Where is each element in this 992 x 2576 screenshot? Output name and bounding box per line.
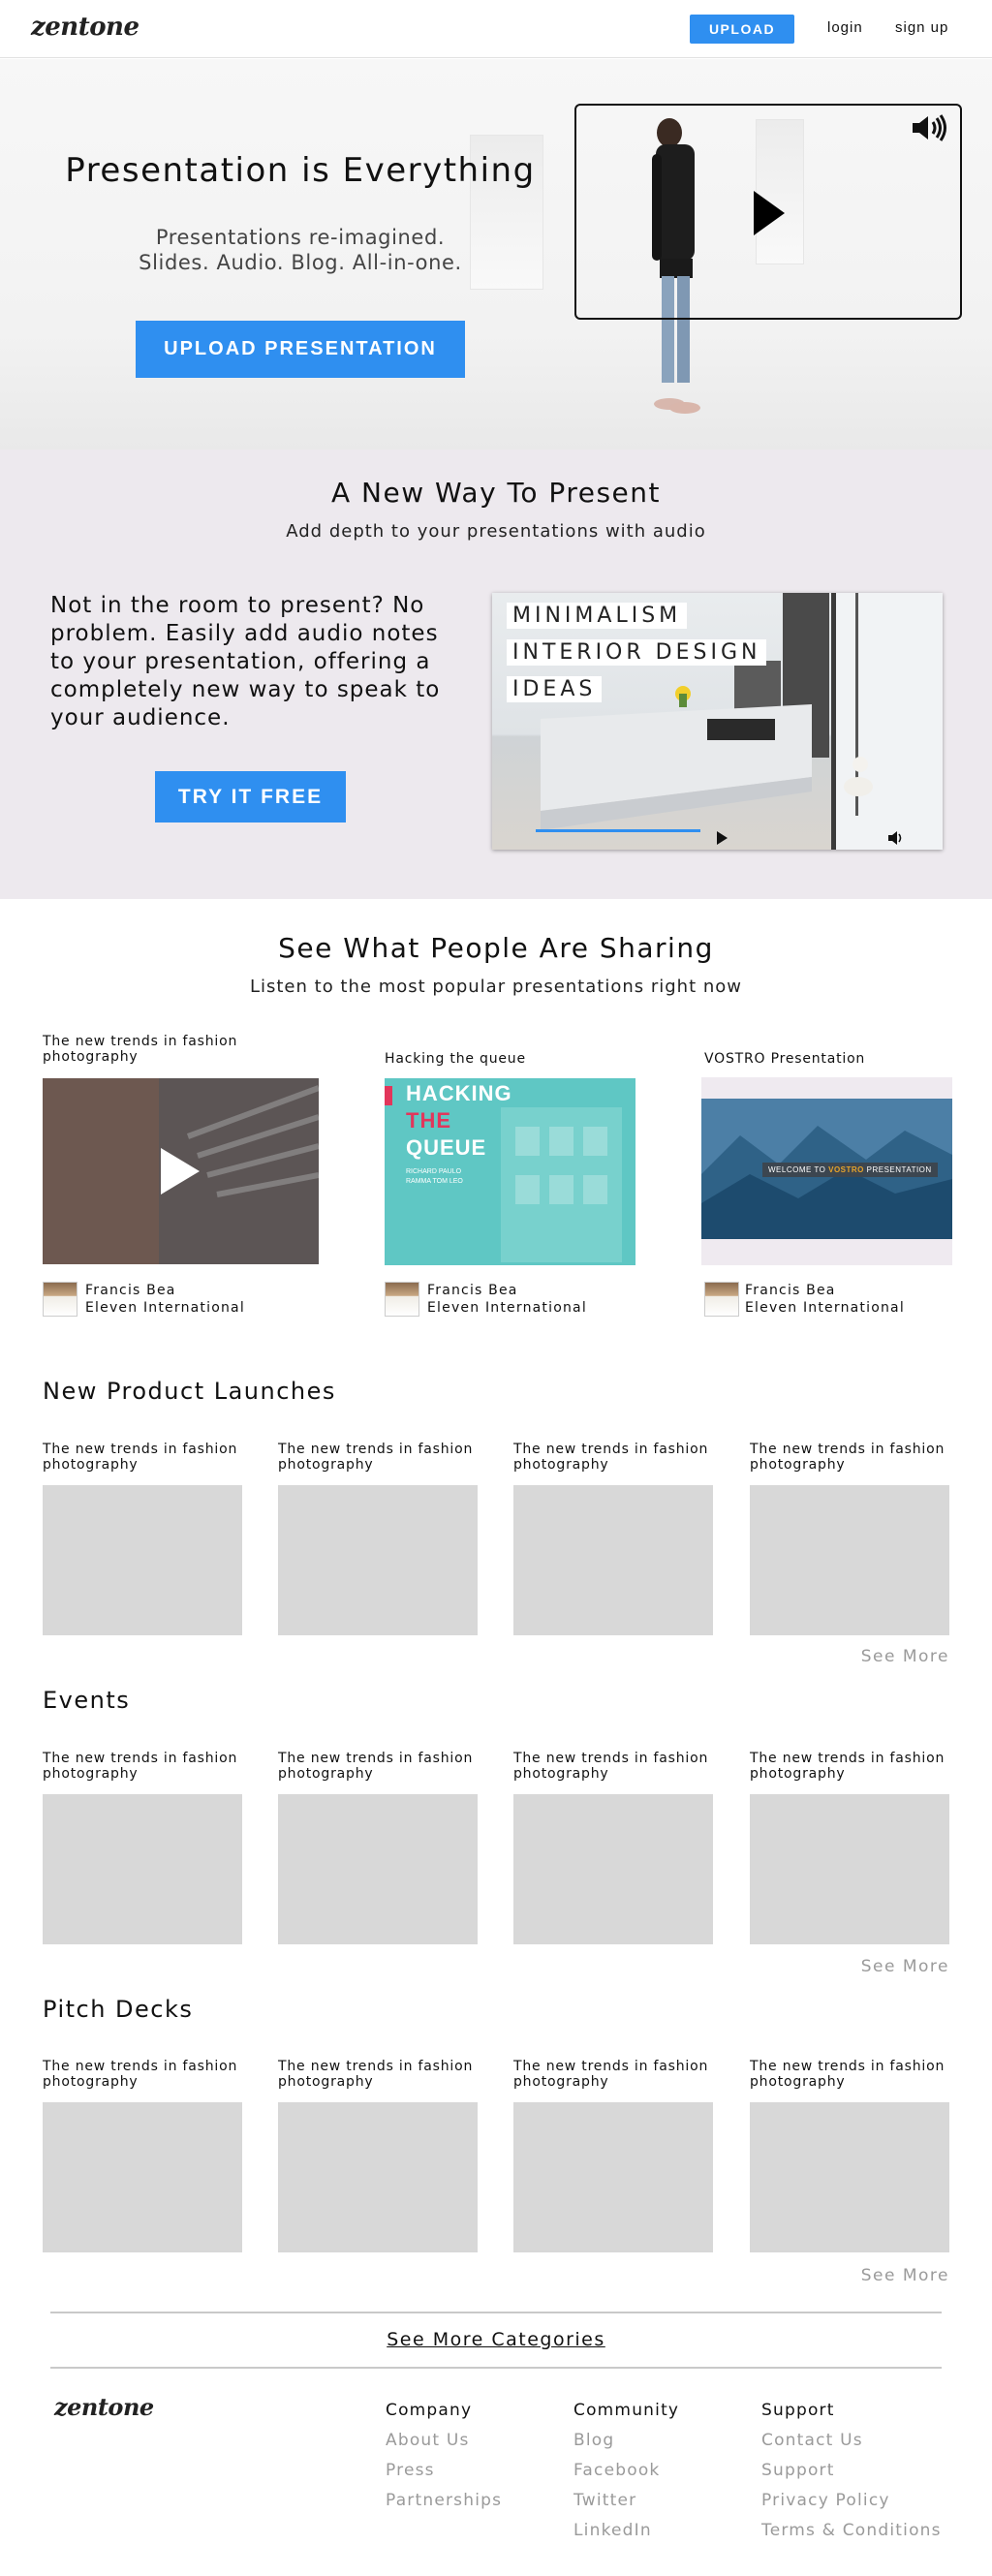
footer-link[interactable]: Blog [574,2431,614,2450]
see-more-link[interactable]: See More [833,1647,949,1666]
sharing-subtitle: Listen to the most popular presentations… [249,977,743,997]
footer-link[interactable]: Contact Us [761,2431,863,2450]
presentation-thumbnail[interactable] [750,1794,949,1944]
presentation-thumbnail[interactable] [43,2102,242,2252]
footer-link[interactable]: Partnerships [386,2491,502,2510]
card-title[interactable]: The new trends in fashion photography [278,1751,473,1782]
presentation-thumbnail[interactable]: HACKING THE QUEUE RICHARD PAULO RAMMA TO… [385,1078,636,1265]
card-title[interactable]: The new trends in fashion photography [513,2059,708,2090]
divider [50,2367,942,2369]
upload-presentation-button[interactable]: UPLOAD PRESENTATION [136,321,465,378]
author-info[interactable]: Francis Bea Eleven International [745,1282,905,1317]
see-more-link[interactable]: See More [833,2266,949,2285]
avatar[interactable] [43,1282,78,1317]
hero-subtitle-line2: Slides. Audio. Blog. All-in-one. [139,251,462,274]
login-link[interactable]: login [827,19,863,36]
video-label-2: INTERIOR DESIGN [507,639,767,666]
hero-section: Presentation is Everything Presentations… [0,59,992,450]
card-title[interactable]: The new trends in fashion photography [43,1751,237,1782]
category-title: New Product Launches [43,1378,336,1405]
card-title[interactable]: The new trends in fashion photography [278,1442,473,1473]
thumbnail-names: RICHARD PAULO RAMMA TOM LEO [406,1168,463,1185]
card-title[interactable]: The new trends in fashion photography [750,1442,945,1473]
footer-heading-company: Company [386,2401,473,2420]
thumbnail-text: WELCOME TO VOSTRO PRESENTATION [762,1163,938,1177]
kitchen-image [541,593,943,850]
divider [50,2312,942,2313]
card-title[interactable]: VOSTRO Presentation [704,1051,865,1067]
thumbnail-text: HACKING THE QUEUE [406,1081,512,1160]
presentation-thumbnail[interactable] [278,1794,478,1944]
card-title[interactable]: The new trends in fashion photography [750,2059,945,2090]
new-way-body: Not in the room to present? No problem. … [50,593,441,730]
author-info[interactable]: Francis Bea Eleven International [427,1282,587,1317]
try-it-free-button[interactable]: TRY IT FREE [155,771,346,822]
category-title: Pitch Decks [43,1996,194,2023]
footer-link[interactable]: Twitter [574,2491,636,2510]
volume-icon[interactable] [887,830,905,846]
presentation-thumbnail[interactable] [278,1485,478,1635]
video-label-1: MINIMALISM [507,603,688,629]
presentation-thumbnail[interactable] [43,1485,242,1635]
upload-button[interactable]: UPLOAD [690,15,794,44]
see-more-link[interactable]: See More [833,1957,949,1976]
volume-icon[interactable] [911,113,947,142]
progress-bar[interactable] [536,829,700,832]
footer-logo[interactable]: zentone [54,2393,154,2421]
avatar[interactable] [385,1282,419,1317]
footer-link[interactable]: Support [761,2461,835,2480]
sharing-title: See What People Are Sharing [278,932,714,964]
signup-link[interactable]: sign up [895,19,948,36]
presentation-thumbnail[interactable] [278,2102,478,2252]
demo-video-player[interactable]: MINIMALISM INTERIOR DESIGN IDEAS [492,593,943,850]
play-icon[interactable] [717,831,728,845]
footer-link[interactable]: Terms & Conditions [761,2521,942,2540]
footer-link[interactable]: About Us [386,2431,470,2450]
presentation-thumbnail[interactable] [513,1794,713,1944]
presentation-thumbnail[interactable] [513,2102,713,2252]
video-label-3: IDEAS [507,676,603,702]
card-title[interactable]: Hacking the queue [385,1051,526,1067]
presentation-thumbnail[interactable] [750,1485,949,1635]
new-way-title: A New Way To Present [331,477,661,509]
new-way-section: A New Way To Present Add depth to your p… [0,450,992,899]
play-icon[interactable] [754,191,785,235]
presentation-thumbnail[interactable]: WELCOME TO VOSTRO PRESENTATION [701,1077,952,1265]
footer-link[interactable]: Facebook [574,2461,660,2480]
card-title[interactable]: The new trends in fashion photography [43,1442,237,1473]
card-title[interactable]: The new trends in fashion photography [278,2059,473,2090]
card-title[interactable]: The new trends in fashion photography [43,1034,237,1065]
video-controls [492,826,943,850]
thumbnail-image [43,1078,319,1264]
category-title: Events [43,1687,131,1714]
hero-subtitle-line1: Presentations re-imagined. [155,226,446,249]
footer-link[interactable]: LinkedIn [574,2521,652,2540]
presentation-thumbnail[interactable] [43,1078,319,1264]
hero-title: Presentation is Everything [65,151,536,190]
card-title[interactable]: The new trends in fashion photography [43,2059,237,2090]
top-nav: zentone UPLOAD login sign up [0,0,992,58]
card-title[interactable]: The new trends in fashion photography [513,1751,708,1782]
presentation-thumbnail[interactable] [513,1485,713,1635]
presentation-thumbnail[interactable] [43,1794,242,1944]
see-more-categories-link[interactable]: See More Categories [0,2329,992,2350]
card-title[interactable]: The new trends in fashion photography [513,1442,708,1473]
footer-link[interactable]: Press [386,2461,435,2480]
new-way-subtitle: Add depth to your presentations with aud… [286,521,706,542]
logo[interactable]: zentone [31,13,140,42]
footer-heading-community: Community [574,2401,680,2420]
presentation-thumbnail[interactable] [750,2102,949,2252]
author-info[interactable]: Francis Bea Eleven International [85,1282,245,1317]
avatar[interactable] [704,1282,739,1317]
card-title[interactable]: The new trends in fashion photography [750,1751,945,1782]
footer-heading-support: Support [761,2401,835,2420]
footer-link[interactable]: Privacy Policy [761,2491,890,2510]
